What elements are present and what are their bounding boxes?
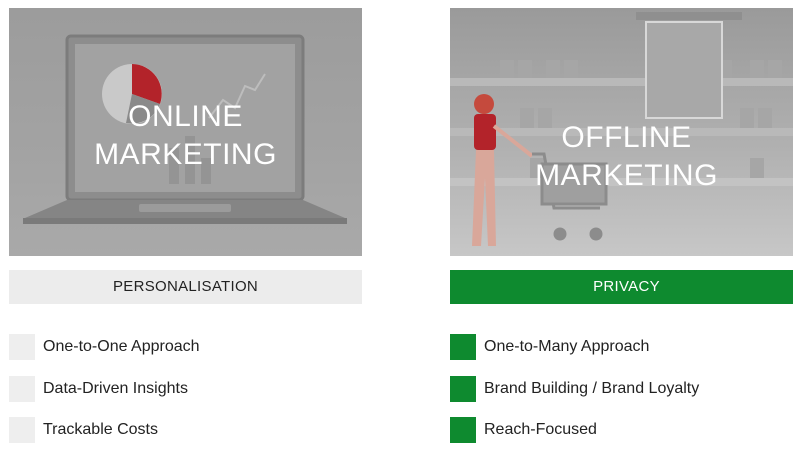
bullet-square-icon — [9, 417, 35, 443]
personalisation-banner: PERSONALISATION — [9, 270, 362, 304]
hero-title-line-2: MARKETING — [94, 138, 277, 171]
hero-title-line-1: OFFLINE — [561, 121, 692, 154]
bullet-square-icon — [9, 334, 35, 360]
online-marketing-panel: ONLINE MARKETING PERSONALISATION One-to-… — [9, 8, 362, 459]
list-item: Trackable Costs — [9, 417, 362, 443]
privacy-banner: PRIVACY — [450, 270, 793, 304]
bullet-square-icon — [450, 375, 476, 402]
list-item: Reach-Focused — [450, 417, 793, 443]
offline-features-list: One-to-Many Approach Brand Building / Br… — [450, 334, 793, 443]
list-item: Data-Driven Insights — [9, 375, 362, 402]
bullet-square-icon — [450, 417, 476, 443]
bullet-square-icon — [450, 334, 476, 360]
offline-marketing-panel: OFFLINE MARKETING PRIVACY One-to-Many Ap… — [450, 8, 793, 459]
online-features-list: One-to-One Approach Data-Driven Insights… — [9, 334, 362, 443]
list-item: Brand Building / Brand Loyalty — [450, 375, 793, 402]
online-marketing-image: ONLINE MARKETING — [9, 8, 362, 256]
list-item: One-to-One Approach — [9, 334, 362, 360]
list-item: One-to-Many Approach — [450, 334, 793, 360]
list-item-label: One-to-One Approach — [43, 338, 200, 355]
list-item-label: One-to-Many Approach — [484, 338, 650, 355]
list-item-label: Brand Building / Brand Loyalty — [484, 379, 700, 397]
bullet-square-icon — [9, 375, 35, 402]
list-item-label: Trackable Costs — [43, 421, 158, 438]
offline-marketing-image: OFFLINE MARKETING — [450, 8, 793, 256]
list-item-label: Reach-Focused — [484, 421, 597, 438]
list-item-label: Data-Driven Insights — [43, 379, 188, 397]
hero-title: ONLINE MARKETING — [9, 98, 362, 174]
hero-title: OFFLINE MARKETING — [450, 119, 793, 195]
hero-title-line-2: MARKETING — [535, 159, 718, 192]
hero-title-line-1: ONLINE — [128, 100, 243, 133]
